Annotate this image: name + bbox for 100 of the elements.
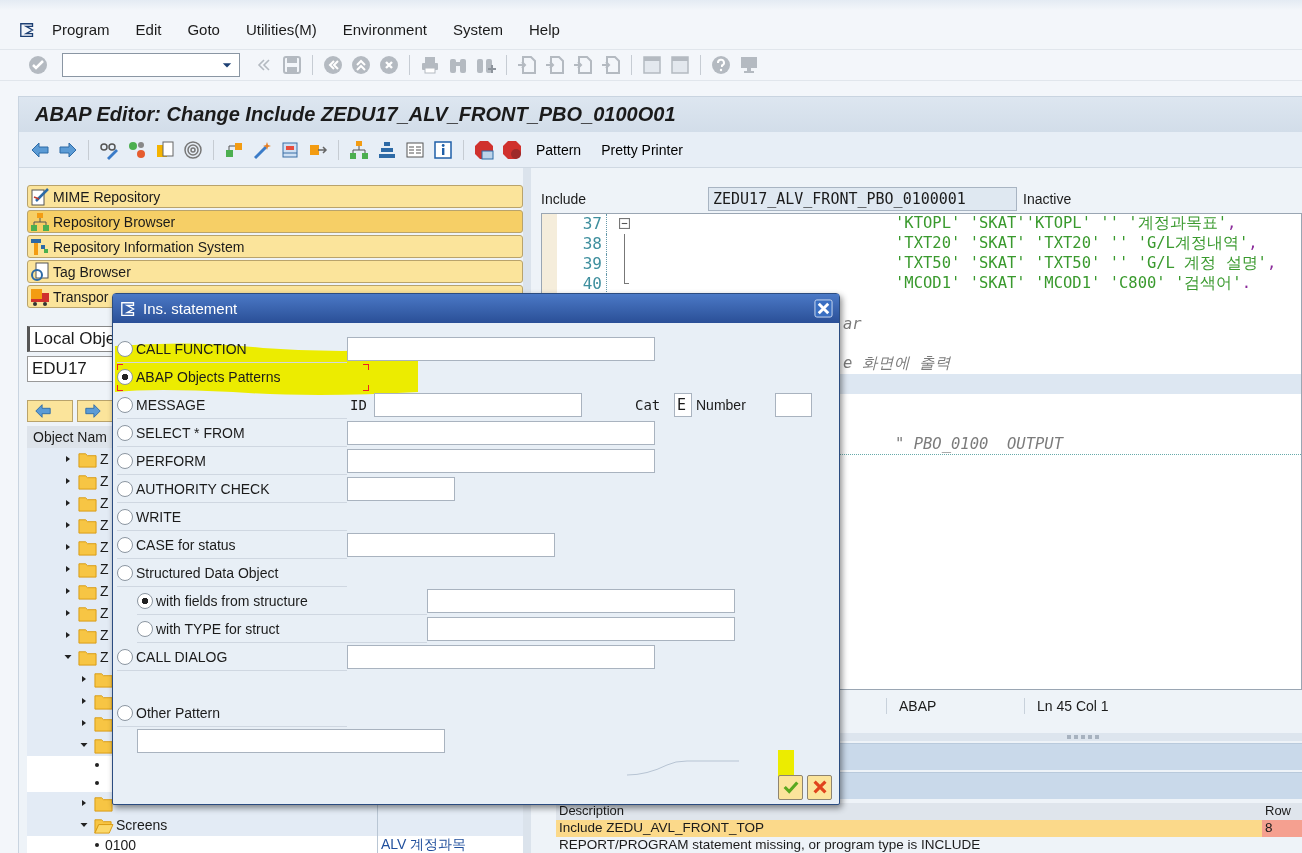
category-field[interactable]: E — [674, 393, 692, 417]
radio-option[interactable]: WRITE — [117, 503, 347, 531]
page-arrow-icon[interactable] — [545, 55, 565, 75]
close-button[interactable] — [814, 299, 833, 318]
tree-item[interactable]: Z — [100, 495, 109, 511]
tree-item[interactable]: Z — [100, 451, 109, 467]
stack-icon[interactable] — [377, 139, 397, 160]
tree-item[interactable]: 0100 — [105, 837, 137, 853]
include-name-field: ZEDU17_ALV_FRONT_PBO_0100001 — [708, 187, 1017, 212]
code-line: 'KTOPL' 'SKAT''KTOPL' '' '계정과목표', — [895, 214, 1237, 233]
radio-option[interactable]: Other Pattern — [117, 699, 347, 727]
radio-option[interactable]: MESSAGE — [117, 391, 347, 419]
tree-item[interactable]: Screens — [116, 817, 168, 833]
input-field[interactable] — [427, 617, 735, 641]
tree-item[interactable]: Z — [100, 627, 109, 643]
info-icon[interactable] — [433, 139, 453, 160]
radio-button[interactable] — [117, 369, 133, 385]
radio-button[interactable] — [117, 648, 133, 665]
input-field[interactable] — [347, 533, 555, 557]
radio-button[interactable] — [117, 424, 133, 441]
input-field[interactable] — [347, 645, 655, 669]
navigator-button[interactable]: Repository Information System — [27, 235, 523, 258]
cancel-button[interactable] — [807, 774, 832, 800]
printer-icon[interactable] — [420, 55, 440, 75]
window-icon[interactable] — [670, 55, 690, 75]
radio-button[interactable] — [117, 452, 133, 469]
id-label: ID — [349, 397, 368, 413]
input-field[interactable] — [347, 337, 655, 361]
window-icon[interactable] — [642, 55, 662, 75]
page-arrow-icon[interactable] — [517, 55, 537, 75]
menu-item[interactable]: Help — [529, 21, 560, 38]
tree-item[interactable]: Z — [100, 539, 109, 555]
radio-option[interactable]: ABAP Objects Patterns — [117, 363, 369, 391]
radio-button[interactable] — [117, 396, 133, 413]
navigator-button[interactable]: MIME Repository — [27, 185, 523, 208]
radio-button[interactable] — [117, 340, 133, 357]
truck-icon — [30, 286, 50, 307]
radio-option[interactable]: with TYPE for struct — [137, 615, 427, 643]
column-header: Row — [1264, 803, 1292, 820]
double-left-circle-icon[interactable] — [323, 55, 343, 75]
input-field[interactable] — [347, 449, 655, 473]
x-circle-icon[interactable] — [379, 55, 399, 75]
radio-option[interactable]: PERFORM — [117, 447, 347, 475]
page-arrow-icon[interactable] — [601, 55, 621, 75]
menu-item[interactable]: Edit — [135, 21, 162, 38]
radio-option[interactable]: CALL FUNCTION — [117, 335, 347, 363]
message-row[interactable]: Include ZEDU_AVL_FRONT_TOP 8 — [556, 820, 1302, 837]
splitter-handle[interactable] — [1067, 735, 1101, 740]
list-icon[interactable] — [405, 139, 425, 160]
navigator-button[interactable]: Repository Browser — [27, 210, 523, 233]
radio-button[interactable] — [137, 620, 153, 637]
radio-button[interactable] — [117, 508, 133, 525]
radio-option[interactable]: CALL DIALOG — [117, 643, 347, 671]
radio-button[interactable] — [117, 536, 133, 553]
menu-item[interactable]: Utilities(M) — [245, 21, 317, 38]
tree-item[interactable]: Z — [100, 649, 109, 665]
tree-item[interactable]: Z — [100, 605, 109, 621]
radio-button[interactable] — [117, 704, 133, 721]
hierarchy-icon[interactable] — [349, 139, 369, 160]
toolbar-button[interactable]: Pretty Printer — [595, 139, 689, 160]
radio-button[interactable] — [117, 564, 133, 581]
double-up-circle-icon[interactable] — [351, 55, 371, 75]
message-row[interactable]: REPORT/PROGRAM statement missing, or program type is INCLUDE — [556, 837, 1302, 853]
menu-item[interactable]: System — [452, 21, 503, 38]
command-field[interactable] — [62, 53, 240, 77]
input-field[interactable] — [374, 393, 582, 417]
toolbar-button[interactable]: Pattern — [530, 139, 588, 160]
tree-item[interactable]: Z — [100, 473, 109, 489]
tree-item[interactable]: Z — [100, 561, 109, 577]
radio-button[interactable] — [117, 480, 133, 497]
input-field[interactable] — [347, 421, 655, 445]
radio-option[interactable]: Structured Data Object — [117, 559, 347, 587]
stop-sign-icon[interactable] — [474, 139, 494, 160]
confirm-button[interactable] — [778, 774, 803, 800]
page-arrow-icon[interactable] — [573, 55, 593, 75]
collapse-box-icon[interactable] — [619, 218, 630, 230]
radio-option[interactable]: with fields from structure — [137, 587, 427, 615]
menu-item[interactable]: Environment — [342, 21, 427, 38]
navigator-button[interactable]: Tag Browser — [27, 260, 523, 283]
circles-icon[interactable] — [127, 139, 147, 160]
menu-item[interactable]: Goto — [187, 21, 220, 38]
input-field[interactable] — [137, 729, 445, 753]
tree-item[interactable]: Z — [100, 583, 109, 599]
menu-item[interactable]: Program — [52, 21, 110, 38]
input-field[interactable] — [347, 477, 455, 501]
input-field[interactable] — [775, 393, 812, 417]
code-line: 'TXT20' 'SKAT' 'TXT20' '' 'G/L계정내역', — [895, 234, 1258, 253]
check-circle-icon[interactable] — [28, 55, 48, 75]
monitor-icon[interactable] — [739, 55, 759, 75]
layout-icon[interactable] — [280, 139, 300, 160]
radio-option[interactable]: AUTHORITY CHECK — [117, 475, 347, 503]
radio-button[interactable] — [137, 592, 153, 609]
radio-option[interactable]: SELECT * FROM — [117, 419, 347, 447]
spiral-icon[interactable] — [183, 139, 203, 160]
help-icon[interactable] — [711, 55, 731, 75]
radio-option[interactable]: CASE for status — [117, 531, 347, 559]
stop-sign-icon[interactable] — [502, 139, 522, 160]
input-field[interactable] — [427, 589, 735, 613]
tree-item[interactable]: Z — [100, 517, 109, 533]
copy-icon[interactable] — [155, 139, 175, 160]
